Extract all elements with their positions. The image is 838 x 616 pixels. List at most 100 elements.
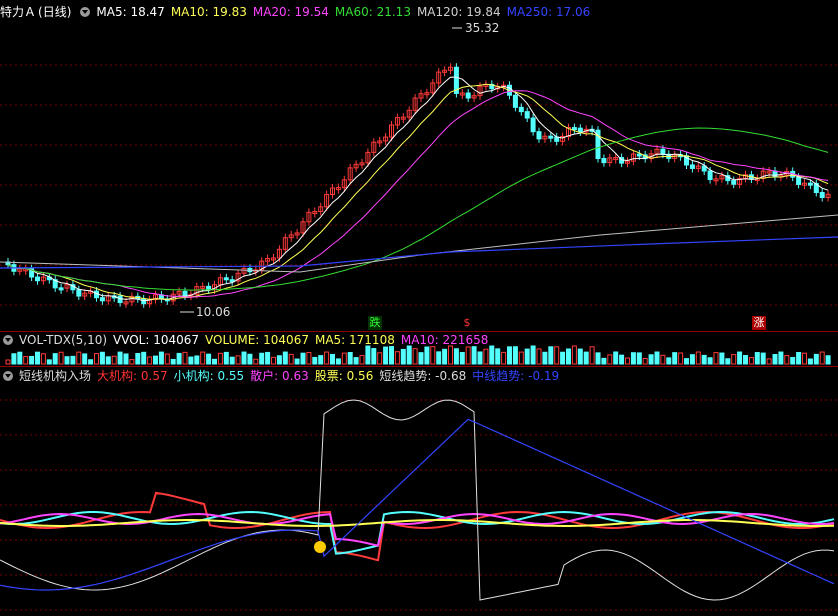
volume-bar <box>147 356 153 365</box>
volume-bar <box>94 353 99 365</box>
candlestick <box>660 148 666 155</box>
ma10-value: MA10: 19.83 <box>170 5 247 19</box>
volume-bar <box>442 348 448 365</box>
volume-bar <box>678 352 684 365</box>
candlestick <box>819 192 825 199</box>
volume-bar <box>518 351 524 365</box>
short-trend-value: 短线趋势: -0.68 <box>379 369 467 383</box>
volume-bar <box>123 353 129 365</box>
volume-bar <box>64 356 70 365</box>
volume-bar <box>418 352 424 365</box>
vol-ma5-value: MA5: 171108 <box>314 333 395 347</box>
volume-bar <box>52 353 58 365</box>
volume-bar <box>648 354 654 365</box>
volume-bar <box>713 352 719 365</box>
volume-bar <box>766 358 772 365</box>
volume-bar <box>695 351 701 365</box>
small-institution-value: 小机构: 0.55 <box>173 369 245 383</box>
volume-bar <box>347 352 353 365</box>
volume-bar <box>29 355 35 365</box>
volume-bar <box>105 356 111 365</box>
volume-bar <box>566 348 571 365</box>
ma120-line <box>0 214 838 273</box>
price-chart[interactable]: 35.32 10.06 <box>0 0 838 616</box>
volume-bar <box>459 352 465 365</box>
volume-bar <box>560 351 566 365</box>
volume-bar <box>359 355 365 365</box>
volume-bar <box>312 356 318 365</box>
volume-bar <box>524 348 530 365</box>
candlestick <box>636 153 642 157</box>
volume-bar <box>182 351 188 365</box>
volume-bar <box>235 355 241 365</box>
volume-bar <box>300 352 306 365</box>
ma20-value: MA20: 19.54 <box>252 5 329 19</box>
volume-bar <box>341 352 347 365</box>
candlestick <box>707 170 713 180</box>
volume-bar <box>241 351 247 365</box>
stock-value: 股票: 0.56 <box>314 369 374 383</box>
volume-bar <box>495 348 501 365</box>
volume-bar <box>748 357 754 365</box>
volume-bar <box>725 358 731 365</box>
volume-bar <box>636 352 642 365</box>
volume-bar <box>282 351 288 365</box>
candlestick <box>141 298 147 305</box>
volume-bar <box>330 353 335 365</box>
volume-bar <box>229 356 235 365</box>
volume-bar <box>111 355 117 365</box>
dollar-marker: $ <box>463 316 471 329</box>
volume-bar <box>271 356 276 365</box>
volume-bar <box>571 345 577 365</box>
candlestick <box>35 276 40 282</box>
volume-bar <box>684 358 689 365</box>
volume-bar <box>371 348 377 365</box>
candlestick <box>465 92 471 99</box>
volume-bar <box>11 353 17 365</box>
volume-bar <box>790 356 796 365</box>
candlestick <box>518 106 524 113</box>
volume-bar <box>701 354 707 365</box>
volume-bar <box>276 355 282 365</box>
candlestick <box>524 111 530 119</box>
candlestick <box>99 297 105 302</box>
volume-bar <box>642 357 648 365</box>
volume-bar <box>719 352 725 365</box>
volume-bar <box>117 351 123 365</box>
volume-bar <box>412 348 418 365</box>
volume-bar <box>583 351 589 365</box>
volume-bar <box>825 355 831 365</box>
volume-bar <box>743 355 748 365</box>
chevron-down-icon[interactable] <box>3 371 13 381</box>
stock-title: 特力Ａ <box>0 5 37 19</box>
indicator-name: 短线机构入场 <box>19 369 92 383</box>
volume-bar <box>530 345 536 365</box>
ma5-value: MA5: 18.47 <box>96 5 165 19</box>
volume-bar <box>170 358 176 365</box>
volume-bar <box>76 351 82 365</box>
volume-bar <box>536 348 542 365</box>
volume-bar <box>153 355 158 365</box>
volume-bar <box>324 351 330 365</box>
volume-bar <box>619 354 625 365</box>
ma120-value: MA120: 19.84 <box>416 5 501 19</box>
volume-bar <box>689 354 695 365</box>
volume-bar <box>666 357 672 365</box>
volume-bar <box>46 359 52 365</box>
volume-bar <box>141 351 147 365</box>
low-price-label: 10.06 <box>196 305 230 319</box>
volume-bar <box>194 355 200 365</box>
chevron-down-icon[interactable] <box>80 7 91 17</box>
vol-ma10-value: MA10: 221658 <box>400 333 489 347</box>
chevron-down-icon[interactable] <box>3 335 13 345</box>
volume-bar <box>453 348 459 365</box>
volume-bar <box>436 351 442 365</box>
volume-bar <box>660 354 666 365</box>
volume-bar <box>294 358 300 365</box>
small-institution-line <box>0 510 835 555</box>
volume-bar <box>82 353 88 365</box>
volume-bar <box>595 352 601 365</box>
volume-bar <box>223 351 229 365</box>
candlestick <box>772 170 778 178</box>
volume-bar <box>5 359 11 365</box>
